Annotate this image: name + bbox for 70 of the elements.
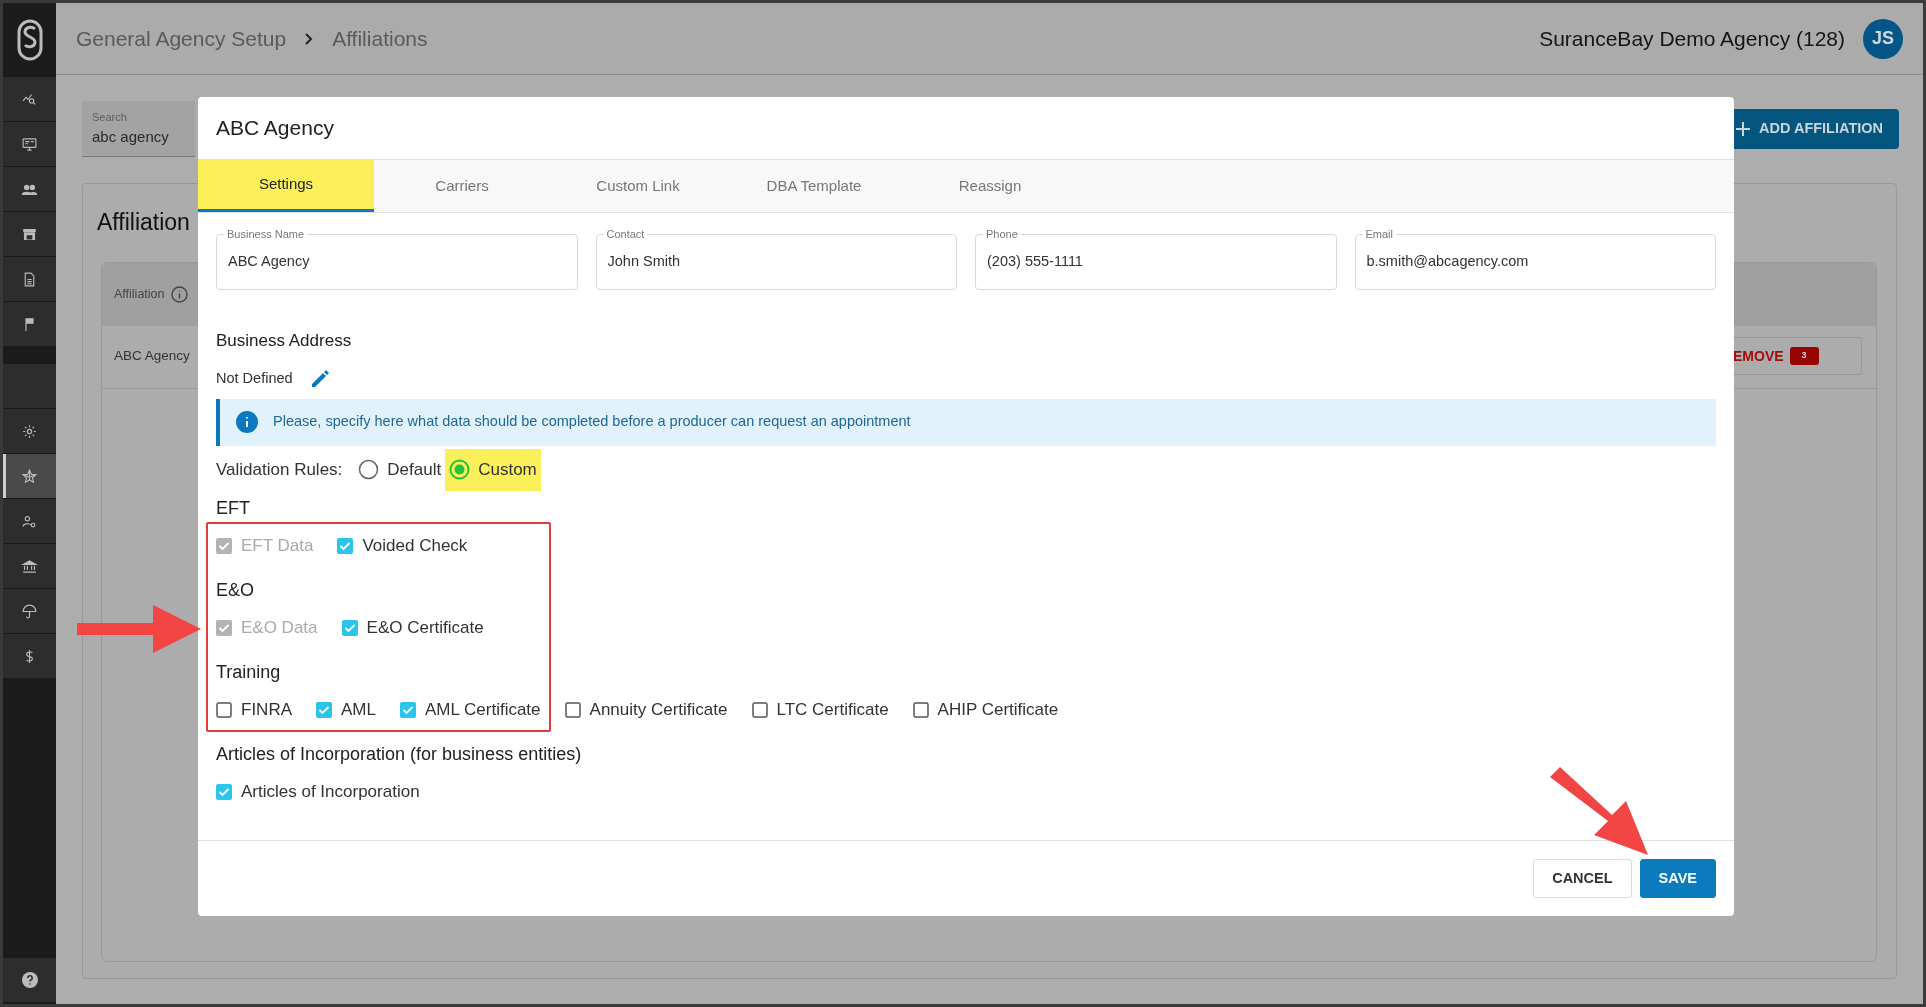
- section-heading: Business Address: [216, 330, 353, 352]
- remove-button[interactable]: EMOVE 3: [1731, 337, 1862, 375]
- sidebar-item[interactable]: [3, 454, 56, 498]
- checkbox-icon: [564, 701, 581, 718]
- tab[interactable]: Carriers: [374, 160, 550, 212]
- checkbox: EFT Data: [216, 532, 314, 559]
- checkbox-icon: [912, 701, 929, 718]
- sidebar-item[interactable]: [3, 212, 56, 256]
- checkbox-icon: [216, 619, 232, 636]
- section-title: Affiliation: [97, 208, 190, 237]
- table-cell-text: ABC Agency: [114, 347, 190, 365]
- dialog-title: ABC Agency: [215, 115, 335, 142]
- group-heading: EFT: [216, 496, 251, 520]
- checkbox-icon: [216, 537, 232, 554]
- info-icon[interactable]: [170, 286, 188, 303]
- tab[interactable]: Settings: [198, 160, 374, 212]
- checkbox[interactable]: Voided Check: [337, 532, 468, 559]
- checkbox-icon: [337, 537, 354, 554]
- group-heading: E&O: [216, 578, 255, 602]
- search-field[interactable]: Search abc agency: [82, 101, 195, 157]
- checkbox[interactable]: AML Certificate: [399, 696, 541, 723]
- group-heading: Training: [216, 660, 282, 684]
- info-banner: Please, specify here what data should be completed before a producer can request an appointment: [216, 398, 1716, 446]
- radio-icon: [449, 459, 471, 480]
- group-heading: Articles of Incorporation (for business entities): [216, 742, 583, 766]
- save-button[interactable]: SAVE: [1639, 859, 1716, 898]
- field-label: Validation Rules:: [216, 458, 343, 481]
- sidebar-item[interactable]: [3, 167, 56, 211]
- checkbox-icon: [751, 701, 768, 718]
- logo-icon: [16, 18, 43, 61]
- gear-icon[interactable]: [21, 422, 38, 440]
- agency-name: SuranceBay Demo Agency (128): [1539, 25, 1845, 52]
- umbrella-icon[interactable]: [21, 602, 38, 620]
- checkbox-icon: [216, 783, 232, 800]
- radio-option[interactable]: Default: [354, 448, 446, 491]
- checkbox[interactable]: AML: [316, 696, 376, 723]
- count-badge: 3: [1789, 347, 1819, 365]
- checkbox: E&O Data: [216, 614, 318, 641]
- address-value: Not Defined: [216, 368, 293, 388]
- sidebar-item[interactable]: [3, 257, 56, 301]
- chevron-icon: [304, 31, 315, 46]
- help-icon[interactable]: [21, 972, 38, 988]
- checkbox-icon: [399, 701, 416, 718]
- plus-icon: [1735, 121, 1751, 137]
- checkbox-icon: [216, 701, 232, 718]
- checkbox[interactable]: Articles of Incorporation: [216, 778, 420, 805]
- selection-indicator: [3, 454, 6, 498]
- sidebar-item[interactable]: [3, 544, 56, 588]
- checkbox[interactable]: FINRA: [216, 696, 292, 723]
- cancel-button[interactable]: CANCEL: [1533, 859, 1632, 898]
- monitor-icon[interactable]: [21, 135, 38, 153]
- checkbox[interactable]: Annuity Certificate: [564, 696, 728, 723]
- checkbox[interactable]: E&O Certificate: [341, 614, 484, 641]
- add-affiliation-button[interactable]: ADD AFFILIATION: [1731, 109, 1899, 149]
- bank-icon[interactable]: [21, 557, 38, 575]
- info-icon: [236, 411, 258, 433]
- checkbox[interactable]: LTC Certificate: [751, 696, 889, 723]
- checkbox[interactable]: AHIP Certificate: [912, 696, 1059, 723]
- tab[interactable]: DBA Template: [726, 160, 902, 212]
- sidebar-item[interactable]: [3, 122, 56, 166]
- checkbox-icon: [341, 619, 358, 636]
- user-avatar[interactable]: JS: [1863, 18, 1903, 59]
- radio-icon: [358, 459, 380, 480]
- radio-option[interactable]: Custom: [445, 448, 541, 491]
- breadcrumb-current: Affiliations: [332, 25, 428, 52]
- checkbox-icon: [316, 701, 332, 718]
- star-icon[interactable]: [21, 467, 38, 485]
- tab[interactable]: Custom Link: [550, 160, 726, 212]
- sidebar-item[interactable]: [3, 302, 56, 346]
- tab[interactable]: Reassign: [902, 160, 1078, 212]
